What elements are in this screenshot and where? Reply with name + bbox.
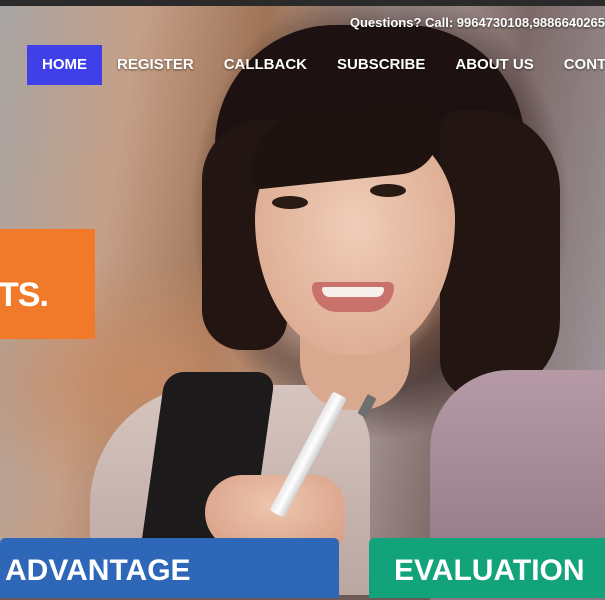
hero-hair-right-shape xyxy=(440,110,560,400)
nav-about-us[interactable]: ABOUT US xyxy=(440,45,548,85)
hero-eye-right xyxy=(370,184,406,197)
evaluation-tile-label: EVALUATION xyxy=(394,554,585,587)
nav-contact[interactable]: CONT xyxy=(549,45,605,85)
nav-subscribe[interactable]: SUBSCRIBE xyxy=(322,45,440,85)
main-navigation: HOME REGISTER CALLBACK SUBSCRIBE ABOUT U… xyxy=(27,45,605,85)
nav-home[interactable]: HOME xyxy=(27,45,102,85)
nav-register[interactable]: REGISTER xyxy=(102,45,209,85)
top-strip xyxy=(0,0,605,6)
hero-teeth xyxy=(322,287,384,297)
slide-caption-text: TS. xyxy=(0,276,49,314)
advantage-tile[interactable]: ADVANTAGE xyxy=(0,538,339,598)
advantage-tile-label: ADVANTAGE xyxy=(5,554,191,587)
hero-eye-left xyxy=(272,196,308,209)
contact-phone-line: Questions? Call: 9964730108,9886640265 xyxy=(349,15,605,30)
evaluation-tile[interactable]: EVALUATION xyxy=(369,538,605,598)
nav-callback[interactable]: CALLBACK xyxy=(209,45,322,85)
